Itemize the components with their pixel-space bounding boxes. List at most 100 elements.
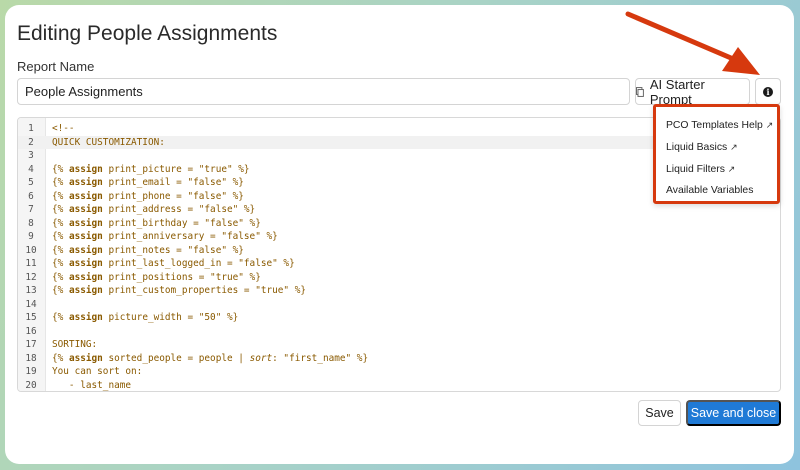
line-number: 4 <box>28 163 34 175</box>
code-keyword: assign <box>68 204 103 215</box>
code-line: 12 {% assign print_positions = "true" %} <box>18 271 780 285</box>
code-token: print_notes = "false" %} <box>102 244 244 256</box>
code-token: sorted_people = people | <box>102 352 250 364</box>
line-number: 7 <box>28 204 34 215</box>
menu-item-label: Liquid Filters <box>666 164 725 175</box>
code-text: {% assign print_notes = "false" %} <box>46 244 244 258</box>
code-text: QUICK CUSTOMIZATION: <box>46 136 165 150</box>
code-token: {% <box>52 177 69 188</box>
code-line: 7 {% assign print_address = "false" %} <box>18 203 780 217</box>
save-and-close-button[interactable]: Save and close <box>686 400 781 426</box>
line-number: 18 <box>25 352 37 364</box>
code-text: {% assign print_address = "false" %} <box>46 203 255 217</box>
info-icon: i <box>763 86 773 97</box>
code-token: {% <box>52 231 69 242</box>
code-token: QUICK CUSTOMIZATION: <box>52 136 165 148</box>
annotation-arrow-icon <box>625 11 760 75</box>
line-number: 13 <box>25 285 37 296</box>
code-text: You can sort on: <box>46 365 142 379</box>
external-link-icon: ↗ <box>765 120 774 130</box>
code-token: print_anniversary = "false" %} <box>102 231 278 242</box>
code-line: 13 {% assign print_custom_properties = "t… <box>18 284 780 298</box>
line-number: 10 <box>25 244 37 256</box>
code-token: {% <box>52 312 69 323</box>
code-line: 18 {% assign sorted_people = people | sor… <box>18 352 780 366</box>
code-token: print_last_logged_in = "false" %} <box>102 258 295 269</box>
line-number: 2 <box>28 136 34 148</box>
code-text: {% assign print_last_logged_in = "false"… <box>46 257 295 271</box>
code-token: : "first_name" %} <box>272 352 369 364</box>
code-line: 19 You can sort on: <box>18 365 780 379</box>
code-token: print_picture = "true" %} <box>102 163 250 175</box>
code-keyword: assign <box>68 244 103 256</box>
code-token: {% <box>52 217 69 229</box>
code-keyword: assign <box>68 258 103 269</box>
external-link-icon: ↗ <box>730 142 738 152</box>
report-name-label: Report Name <box>17 59 95 74</box>
code-text: <!-- <box>46 122 75 136</box>
code-token: print_email = "false" %} <box>102 177 244 188</box>
line-number: 20 <box>25 379 37 391</box>
code-line: 9 {% assign print_anniversary = "false" %… <box>18 230 780 244</box>
save-button[interactable]: Save <box>638 400 681 426</box>
menu-item-liquid-basics[interactable]: Liquid Basics ↗ <box>656 136 777 158</box>
code-token: print_address = "false" %} <box>102 204 256 215</box>
menu-item-pco-templates-help[interactable]: PCO Templates Help ↗ <box>656 114 777 136</box>
code-token: <!-- <box>52 123 75 134</box>
code-token: print_custom_properties = "true" %} <box>102 285 307 296</box>
code-text: {% assign print_email = "false" %} <box>46 176 244 190</box>
code-token: {% <box>52 258 69 269</box>
code-keyword: assign <box>68 271 103 283</box>
menu-item-available-variables[interactable]: Available Variables <box>656 180 777 202</box>
line-number: 17 <box>25 339 37 350</box>
code-token: SORTING: <box>52 339 98 350</box>
code-text: {% assign print_birthday = "false" %} <box>46 217 261 231</box>
line-number: 12 <box>25 271 37 283</box>
code-token: - last_name <box>52 379 132 391</box>
code-token: sort <box>249 352 273 364</box>
code-keyword: assign <box>68 190 103 202</box>
code-token: {% <box>52 352 69 364</box>
code-text: {% assign print_picture = "true" %} <box>46 163 250 177</box>
code-keyword: assign <box>68 163 103 175</box>
line-number: 16 <box>25 325 37 337</box>
page-title: Editing People Assignments <box>17 22 278 45</box>
code-line: 8 {% assign print_birthday = "false" %} <box>18 217 780 231</box>
menu-item-label: Available Variables <box>666 185 754 196</box>
code-token: picture_width = "50" %} <box>102 312 239 323</box>
report-name-input[interactable] <box>17 78 630 105</box>
code-token: {% <box>52 190 69 202</box>
code-token: print_phone = "false" %} <box>102 190 244 202</box>
line-number: 11 <box>25 258 37 269</box>
code-keyword: assign <box>68 217 103 229</box>
code-line: 14 <box>18 298 780 312</box>
code-line: 20 - last_name <box>18 379 780 392</box>
code-line: 16 <box>18 325 780 339</box>
code-text: {% assign picture_width = "50" %} <box>46 311 238 325</box>
line-number: 6 <box>28 190 34 202</box>
code-line: 10 {% assign print_notes = "false" %} <box>18 244 780 258</box>
line-number: 8 <box>28 217 34 229</box>
code-line: 17 SORTING: <box>18 338 780 352</box>
line-number: 15 <box>25 312 37 323</box>
code-token: {% <box>52 204 69 215</box>
code-token: {% <box>52 163 69 175</box>
code-line: 15 {% assign picture_width = "50" %} <box>18 311 780 325</box>
line-number: 1 <box>28 123 34 134</box>
code-keyword: assign <box>68 312 103 323</box>
code-token: You can sort on: <box>52 366 143 377</box>
help-dropdown-menu: PCO Templates Help ↗ Liquid Basics ↗ Liq… <box>653 104 780 204</box>
code-keyword: assign <box>68 285 103 296</box>
code-token: print_positions = "true" %} <box>102 271 261 283</box>
line-number: 3 <box>28 150 34 161</box>
code-text: SORTING: <box>46 338 97 352</box>
menu-item-liquid-filters[interactable]: Liquid Filters ↗ <box>656 158 777 180</box>
document-icon <box>636 86 644 97</box>
code-token: print_birthday = "false" %} <box>102 217 261 229</box>
code-text: - last_name <box>46 379 132 392</box>
code-text: {% assign sorted_people = people | sort:… <box>46 352 368 366</box>
line-number: 14 <box>25 298 37 310</box>
code-text: {% assign print_phone = "false" %} <box>46 190 244 204</box>
